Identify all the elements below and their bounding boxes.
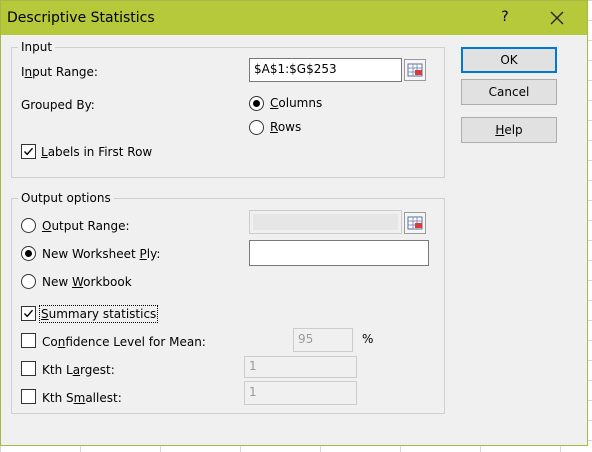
confidence-level-label[interactable]: Confidence Level for Mean:	[42, 335, 206, 349]
output-range-field	[249, 210, 402, 234]
title-help-button[interactable]: ?	[497, 9, 513, 25]
new-workbook-label[interactable]: New Workbook	[42, 275, 132, 289]
grouped-by-label: Grouped By:	[21, 98, 95, 112]
descriptive-statistics-dialog: Descriptive Statistics ? Input Input Ran…	[0, 0, 588, 446]
input-range-field[interactable]: $A$1:$G$253	[249, 58, 402, 82]
kth-smallest-field: 1	[244, 381, 357, 405]
output-range-collapse-icon[interactable]	[404, 212, 426, 234]
grouped-by-rows-radio[interactable]	[249, 120, 264, 135]
labels-first-row-label[interactable]: Labels in First Row	[41, 145, 152, 159]
kth-largest-field: 1	[244, 356, 357, 378]
grouped-by-columns-label[interactable]: Columns	[270, 96, 322, 110]
grouped-by-columns-radio[interactable]	[249, 96, 264, 111]
input-group-legend: Input	[21, 40, 53, 54]
help-button[interactable]: Help	[461, 117, 557, 143]
confidence-level-field: 95	[293, 328, 353, 352]
new-worksheet-ply-field[interactable]	[249, 240, 429, 266]
new-worksheet-ply-radio[interactable]	[21, 246, 36, 261]
new-worksheet-ply-label[interactable]: New Worksheet Ply:	[42, 247, 160, 261]
summary-statistics-label[interactable]: Summary statistics	[38, 305, 159, 323]
dialog-title: Descriptive Statistics	[7, 10, 155, 26]
dialog-titlebar: Descriptive Statistics ?	[1, 1, 587, 35]
output-range-label[interactable]: Output Range:	[42, 219, 130, 233]
labels-first-row-checkbox[interactable]	[21, 144, 36, 159]
kth-largest-checkbox[interactable]	[21, 361, 36, 376]
kth-smallest-label[interactable]: Kth Smallest:	[42, 391, 122, 405]
grouped-by-rows-label[interactable]: Rows	[270, 120, 301, 134]
confidence-level-checkbox[interactable]	[21, 333, 36, 348]
kth-largest-label[interactable]: Kth Largest:	[42, 363, 115, 377]
ok-button[interactable]: OK	[461, 47, 557, 73]
new-workbook-radio[interactable]	[21, 274, 36, 289]
output-range-radio[interactable]	[21, 218, 36, 233]
output-options-legend: Output options	[21, 191, 111, 205]
input-range-collapse-icon[interactable]	[404, 59, 426, 81]
summary-statistics-checkbox[interactable]	[21, 306, 36, 321]
close-icon[interactable]	[545, 6, 569, 30]
kth-smallest-checkbox[interactable]	[21, 389, 36, 404]
percent-label: %	[362, 332, 374, 346]
cancel-button[interactable]: Cancel	[461, 79, 557, 105]
input-range-label: Input Range:	[21, 65, 98, 79]
